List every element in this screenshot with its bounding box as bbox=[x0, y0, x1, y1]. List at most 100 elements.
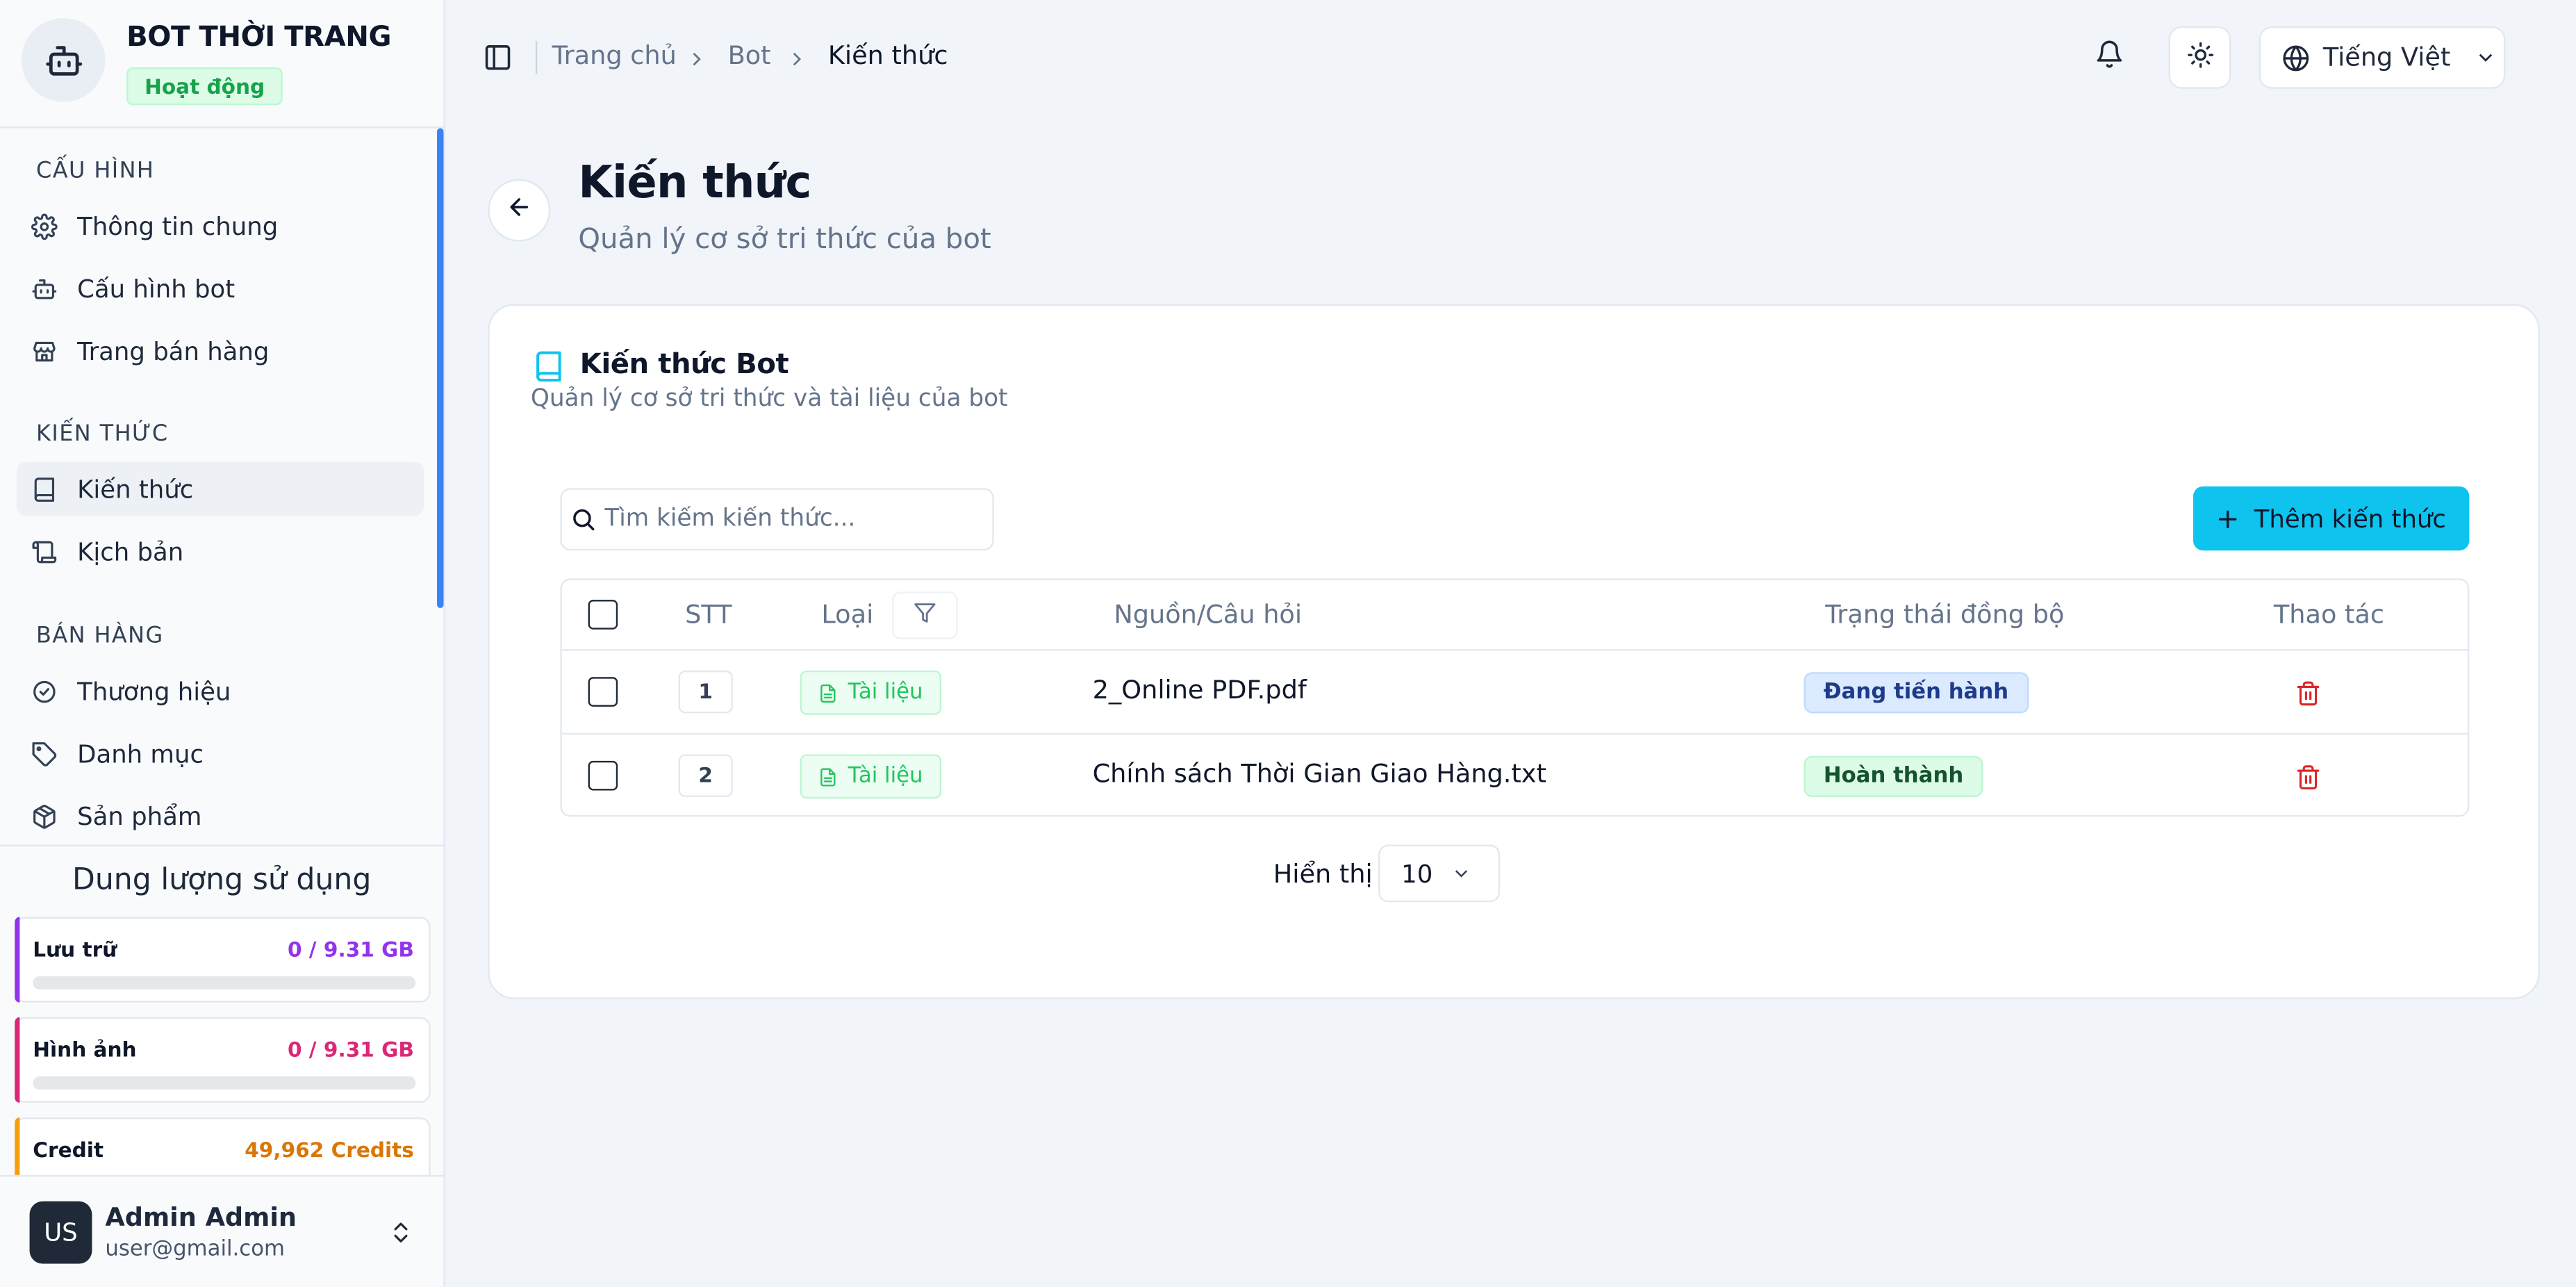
globe-icon bbox=[2282, 44, 2310, 72]
table-row[interactable]: 2 Tài liệu Chính sách Thời Gian Giao Hàn… bbox=[561, 732, 2468, 815]
chevron-right-icon bbox=[785, 46, 808, 69]
sidebar-toggle-icon[interactable] bbox=[483, 42, 513, 72]
row-stt: 2 bbox=[678, 754, 733, 797]
type-label: Tài liệu bbox=[848, 764, 923, 789]
section-title-knowledge: KIẾN THỨC bbox=[36, 420, 169, 448]
card-title: Kiến thức Bot bbox=[579, 348, 789, 382]
search-box bbox=[560, 488, 994, 551]
row-source: Chính sách Thời Gian Giao Hàng.txt bbox=[1092, 759, 1546, 789]
column-header-actions: Thao tác bbox=[2273, 600, 2385, 630]
usage-progress-track bbox=[33, 1076, 416, 1090]
section-title-sales: BÁN HÀNG bbox=[36, 623, 164, 650]
bell-icon[interactable] bbox=[2095, 40, 2131, 76]
page-size-label: Hiển thị bbox=[1273, 859, 1373, 890]
usage-name: Credit bbox=[33, 1137, 104, 1162]
sidebar-item-label: Thông tin chung bbox=[77, 211, 279, 241]
row-source: 2_Online PDF.pdf bbox=[1092, 675, 1307, 705]
usage-title: Dung lượng sử dụng bbox=[72, 862, 372, 898]
usage-progress-track bbox=[33, 976, 416, 990]
sidebar-item-sales-page[interactable]: Trang bán hàng bbox=[17, 324, 424, 378]
brand-header: BOT THỜI TRANG Hoạt động bbox=[0, 0, 444, 129]
sidebar-item-bot-config[interactable]: Cấu hình bot bbox=[17, 261, 424, 315]
sidebar-item-knowledge[interactable]: Kiến thức bbox=[16, 461, 424, 516]
gear-icon bbox=[30, 211, 60, 241]
sidebar-item-label: Danh mục bbox=[77, 738, 204, 769]
type-label: Tài liệu bbox=[848, 680, 923, 705]
table-row[interactable]: 1 Tài liệu 2_Online PDF.pdf Đang tiến hà… bbox=[561, 649, 2468, 733]
theme-toggle-button[interactable] bbox=[2168, 26, 2231, 89]
sidebar-item-general-info[interactable]: Thông tin chung bbox=[17, 199, 424, 253]
sidebar-item-category[interactable]: Danh mục bbox=[17, 726, 424, 780]
section-title-config: CẤU HÌNH bbox=[36, 158, 155, 184]
user-menu[interactable]: US Admin Admin user@gmail.com bbox=[0, 1174, 444, 1287]
sidebar-item-script[interactable]: Kịch bản bbox=[17, 524, 424, 578]
usage-card-credit: Credit 49,962 Credits bbox=[15, 1117, 431, 1175]
tag-icon bbox=[30, 739, 60, 769]
package-icon bbox=[30, 801, 60, 831]
usage-panel: Dung lượng sử dụng Lưu trữ 0 / 9.31 GB H… bbox=[0, 844, 444, 1175]
type-badge: Tài liệu bbox=[800, 670, 942, 715]
sidebar-nav: CẤU HÌNH Thông tin chung Cấu hình bot Tr… bbox=[0, 128, 443, 844]
arrow-left-icon bbox=[506, 194, 532, 227]
topbar: Trang chủ Bot Kiến thức Tiếng Việt bbox=[445, 0, 2576, 115]
sidebar-scrollbar[interactable] bbox=[437, 128, 444, 608]
breadcrumb-current: Kiến thức bbox=[827, 41, 948, 71]
chevron-down-icon bbox=[1451, 863, 1472, 885]
usage-card-images: Hình ảnh 0 / 9.31 GB bbox=[15, 1017, 431, 1103]
sidebar-item-label: Kiến thức bbox=[77, 474, 194, 504]
language-select[interactable]: Tiếng Việt bbox=[2259, 26, 2506, 89]
row-checkbox[interactable] bbox=[588, 677, 618, 707]
back-button[interactable] bbox=[488, 179, 551, 242]
divider bbox=[535, 41, 538, 74]
book-icon bbox=[30, 474, 60, 504]
type-filter-button[interactable] bbox=[892, 591, 958, 639]
card-subtitle: Quản lý cơ sở tri thức và tài liệu của b… bbox=[530, 386, 1008, 413]
add-knowledge-button[interactable]: Thêm kiến thức bbox=[2193, 486, 2470, 551]
user-email: user@gmail.com bbox=[105, 1237, 285, 1263]
page-subtitle: Quản lý cơ sở tri thức của bot bbox=[578, 223, 991, 256]
chevrons-up-down-icon[interactable] bbox=[388, 1216, 418, 1249]
usage-name: Hình ảnh bbox=[33, 1037, 137, 1062]
sidebar-item-label: Sản phẩm bbox=[77, 801, 202, 831]
row-stt: 1 bbox=[678, 670, 733, 714]
select-all-checkbox[interactable] bbox=[588, 600, 618, 630]
sidebar-item-label: Thương hiệu bbox=[77, 676, 231, 706]
row-checkbox[interactable] bbox=[588, 760, 618, 791]
knowledge-table: STT Loại Nguồn/Câu hỏi Trạng thái đồng b… bbox=[560, 578, 2470, 817]
page-size-select[interactable]: 10 bbox=[1378, 844, 1501, 903]
sidebar-item-label: Kịch bản bbox=[77, 536, 184, 566]
status-badge: Đang tiến hành bbox=[1803, 672, 2029, 714]
script-icon bbox=[30, 536, 60, 566]
breadcrumb-bot[interactable]: Bot bbox=[728, 41, 771, 71]
type-badge: Tài liệu bbox=[800, 754, 942, 799]
column-header-type: Loại bbox=[821, 600, 874, 630]
knowledge-card: Kiến thức Bot Quản lý cơ sở tri thức và … bbox=[488, 304, 2540, 999]
status-badge: Hoàn thành bbox=[1803, 755, 1983, 797]
app-root: BOT THỜI TRANG Hoạt động CẤU HÌNH Thông … bbox=[0, 0, 2576, 1287]
column-header-source: Nguồn/Câu hỏi bbox=[1114, 600, 1303, 630]
bot-name: BOT THỜI TRANG bbox=[126, 21, 392, 55]
sidebar-item-products[interactable]: Sản phẩm bbox=[17, 789, 424, 843]
plus-icon bbox=[2216, 507, 2239, 530]
bot-icon bbox=[30, 274, 60, 304]
page-title: Kiến thức bbox=[578, 158, 811, 209]
chevron-down-icon bbox=[2473, 46, 2496, 69]
bot-icon bbox=[21, 18, 106, 102]
badge-check-icon bbox=[30, 676, 60, 706]
sun-icon bbox=[2186, 40, 2213, 75]
trash-icon[interactable] bbox=[2295, 762, 2322, 792]
chevron-right-icon bbox=[685, 46, 708, 69]
language-label: Tiếng Việt bbox=[2322, 42, 2451, 73]
user-name: Admin Admin bbox=[105, 1203, 297, 1233]
search-input[interactable] bbox=[604, 506, 966, 533]
bot-status-badge: Hoạt động bbox=[126, 67, 283, 106]
usage-value: 49,962 Credits bbox=[245, 1137, 414, 1162]
trash-icon[interactable] bbox=[2295, 679, 2322, 709]
breadcrumb-home[interactable]: Trang chủ bbox=[552, 41, 677, 71]
add-knowledge-label: Thêm kiến thức bbox=[2254, 503, 2446, 534]
sidebar-item-brand[interactable]: Thương hiệu bbox=[17, 664, 424, 718]
page-size-value: 10 bbox=[1401, 858, 1433, 889]
column-header-sync-status: Trạng thái đồng bộ bbox=[1825, 600, 2065, 630]
file-text-icon bbox=[820, 767, 836, 786]
file-text-icon bbox=[820, 683, 836, 702]
